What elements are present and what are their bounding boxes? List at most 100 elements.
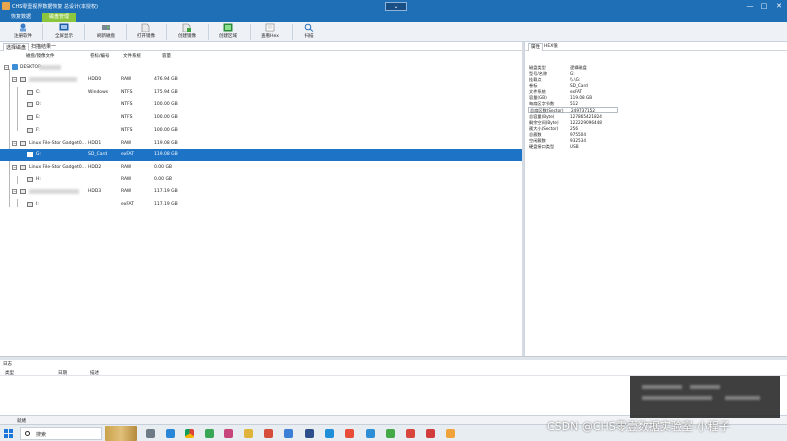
volume-icon [27, 177, 33, 182]
row-size: 100.00 GB [154, 128, 178, 133]
log-header: 类型 日期 描述 [0, 368, 787, 376]
app-icon[interactable] [264, 429, 273, 438]
table-header: 磁盘/镜像文件 卷标/编号 文件系统 容量 [0, 51, 522, 59]
edge-icon[interactable] [166, 429, 175, 438]
register-button[interactable]: 注册软件 [10, 23, 36, 41]
property-row-focused: 总扇区数(Sector) 249737152 [528, 107, 618, 113]
title-bar: CHS零壹视界数据恢复 总设计(本授权) ⌄ — □ ✕ [0, 0, 787, 13]
table-row[interactable]: I: exFAT 117.19 GB [0, 199, 522, 211]
table-row[interactable]: E: NTFS 100.00 GB [0, 112, 522, 124]
row-name: G: [36, 152, 42, 157]
app-icon[interactable] [446, 429, 455, 438]
tab-select-disk[interactable]: 选择磁盘 [3, 43, 30, 51]
expand-toggle-icon[interactable]: − [12, 165, 17, 170]
table-row[interactable]: − Linux File-Stor Gadget0... HDD2 RAW 0.… [0, 162, 522, 174]
table-row[interactable]: − HDD0 RAW 476.94 GB [0, 74, 522, 86]
create-region-icon [223, 23, 233, 32]
volume-icon [27, 128, 33, 133]
properties-tabs: 属性 HEX值 [525, 42, 787, 51]
app-icon[interactable] [406, 429, 415, 438]
tab-recover-data[interactable]: 恢复数据 [4, 13, 38, 22]
ribbon-collapse-button[interactable]: ⌄ [385, 2, 407, 11]
row-label: HDD3 [88, 189, 102, 194]
scan-button[interactable]: 扫描 [298, 23, 320, 41]
col-label-number[interactable]: 卷标/编号 [90, 53, 110, 59]
search-highlight-image[interactable] [105, 426, 137, 441]
col-filesystem[interactable]: 文件系统 [123, 53, 141, 59]
row-fs: NTFS [121, 102, 133, 107]
refresh-disk-button[interactable]: 刷新磁盘 [92, 23, 120, 41]
row-fs: RAW [121, 165, 132, 170]
create-region-button[interactable]: 创建区域 [214, 23, 242, 41]
hard-disk-icon [20, 189, 26, 194]
row-size: 0.00 GB [154, 165, 173, 170]
fullscreen-button[interactable]: 全屏显示 [50, 23, 78, 41]
tab-hex-value[interactable]: HEX值 [542, 43, 560, 51]
chrome-icon[interactable] [185, 429, 194, 438]
app-icon[interactable] [325, 429, 334, 438]
app-icon[interactable] [426, 429, 435, 438]
redacted-text [642, 385, 682, 389]
open-image-button[interactable]: 打开镜像 [132, 23, 160, 41]
row-fs: RAW [121, 177, 132, 182]
row-size: 119.08 GB [154, 152, 178, 157]
app-icon[interactable] [305, 429, 314, 438]
row-label: HDD0 [88, 77, 102, 82]
tab-disk-management[interactable]: 磁盘管理 [42, 13, 76, 22]
redacted-text [29, 77, 77, 82]
table-row[interactable]: − HDD3 RAW 117.19 GB [0, 186, 522, 198]
table-row[interactable]: − DESKTOP- [0, 62, 522, 74]
app-icon[interactable] [224, 429, 233, 438]
log-col-date[interactable]: 日期 [58, 370, 67, 376]
register-icon [20, 23, 26, 32]
row-label: Windows [88, 90, 109, 95]
app-icon[interactable] [205, 429, 214, 438]
expand-toggle-icon[interactable]: − [12, 189, 17, 194]
row-size: 100.00 GB [154, 102, 178, 107]
expand-toggle-icon[interactable]: − [12, 141, 17, 146]
app-icon[interactable] [244, 429, 253, 438]
expand-toggle-icon[interactable]: − [4, 65, 9, 70]
row-size: 476.94 GB [154, 77, 178, 82]
fullscreen-label: 全屏显示 [55, 34, 73, 39]
toolbar-separator [126, 24, 127, 40]
open-image-label: 打开镜像 [137, 34, 155, 39]
app-icon[interactable] [366, 429, 375, 438]
app-icon[interactable] [345, 429, 354, 438]
log-col-description[interactable]: 描述 [90, 370, 99, 376]
row-size: 175.94 GB [154, 90, 178, 95]
view-hex-button[interactable]: 查看Hex [256, 23, 284, 41]
disk-table: 磁盘/镜像文件 卷标/编号 文件系统 容量 − DESKTOP- − HDD0 … [0, 51, 522, 356]
table-row[interactable]: H: RAW 0.00 GB [0, 174, 522, 186]
task-view-icon[interactable] [146, 429, 155, 438]
row-fs: RAW [121, 77, 132, 82]
table-row[interactable]: C: Windows NTFS 175.94 GB [0, 87, 522, 99]
fullscreen-icon [59, 23, 69, 31]
redacted-text [642, 396, 712, 400]
log-col-type[interactable]: 类型 [5, 370, 14, 376]
expand-toggle-icon[interactable]: − [12, 77, 17, 82]
computer-icon [12, 64, 18, 70]
scan-label: 扫描 [304, 34, 314, 39]
maximize-button[interactable]: □ [759, 1, 769, 11]
minimize-button[interactable]: — [745, 1, 755, 11]
volume-icon [27, 102, 33, 107]
row-fs: RAW [121, 141, 132, 146]
table-row[interactable]: F: NTFS 100.00 GB [0, 125, 522, 137]
table-row[interactable]: D: NTFS 100.00 GB [0, 99, 522, 111]
tab-properties[interactable]: 属性 [528, 43, 543, 51]
windows-start-icon[interactable] [4, 429, 13, 438]
volume-icon [27, 202, 33, 207]
row-name: Linux File-Stor Gadget0... [29, 165, 87, 170]
tab-scan-result[interactable]: 扫描结果一 [29, 43, 58, 51]
col-capacity[interactable]: 容量 [162, 53, 171, 59]
table-row-selected[interactable]: G: SD_Card exFAT 119.08 GB [0, 149, 522, 161]
row-label: HDD1 [88, 141, 102, 146]
close-button[interactable]: ✕ [774, 1, 784, 11]
taskbar-search-box[interactable]: 搜索 [20, 427, 102, 440]
col-disk-image[interactable]: 磁盘/镜像文件 [26, 53, 55, 59]
app-icon[interactable] [284, 429, 293, 438]
app-icon[interactable] [386, 429, 395, 438]
search-icon [25, 431, 30, 436]
create-image-button[interactable]: 创建镜像 [173, 23, 201, 41]
